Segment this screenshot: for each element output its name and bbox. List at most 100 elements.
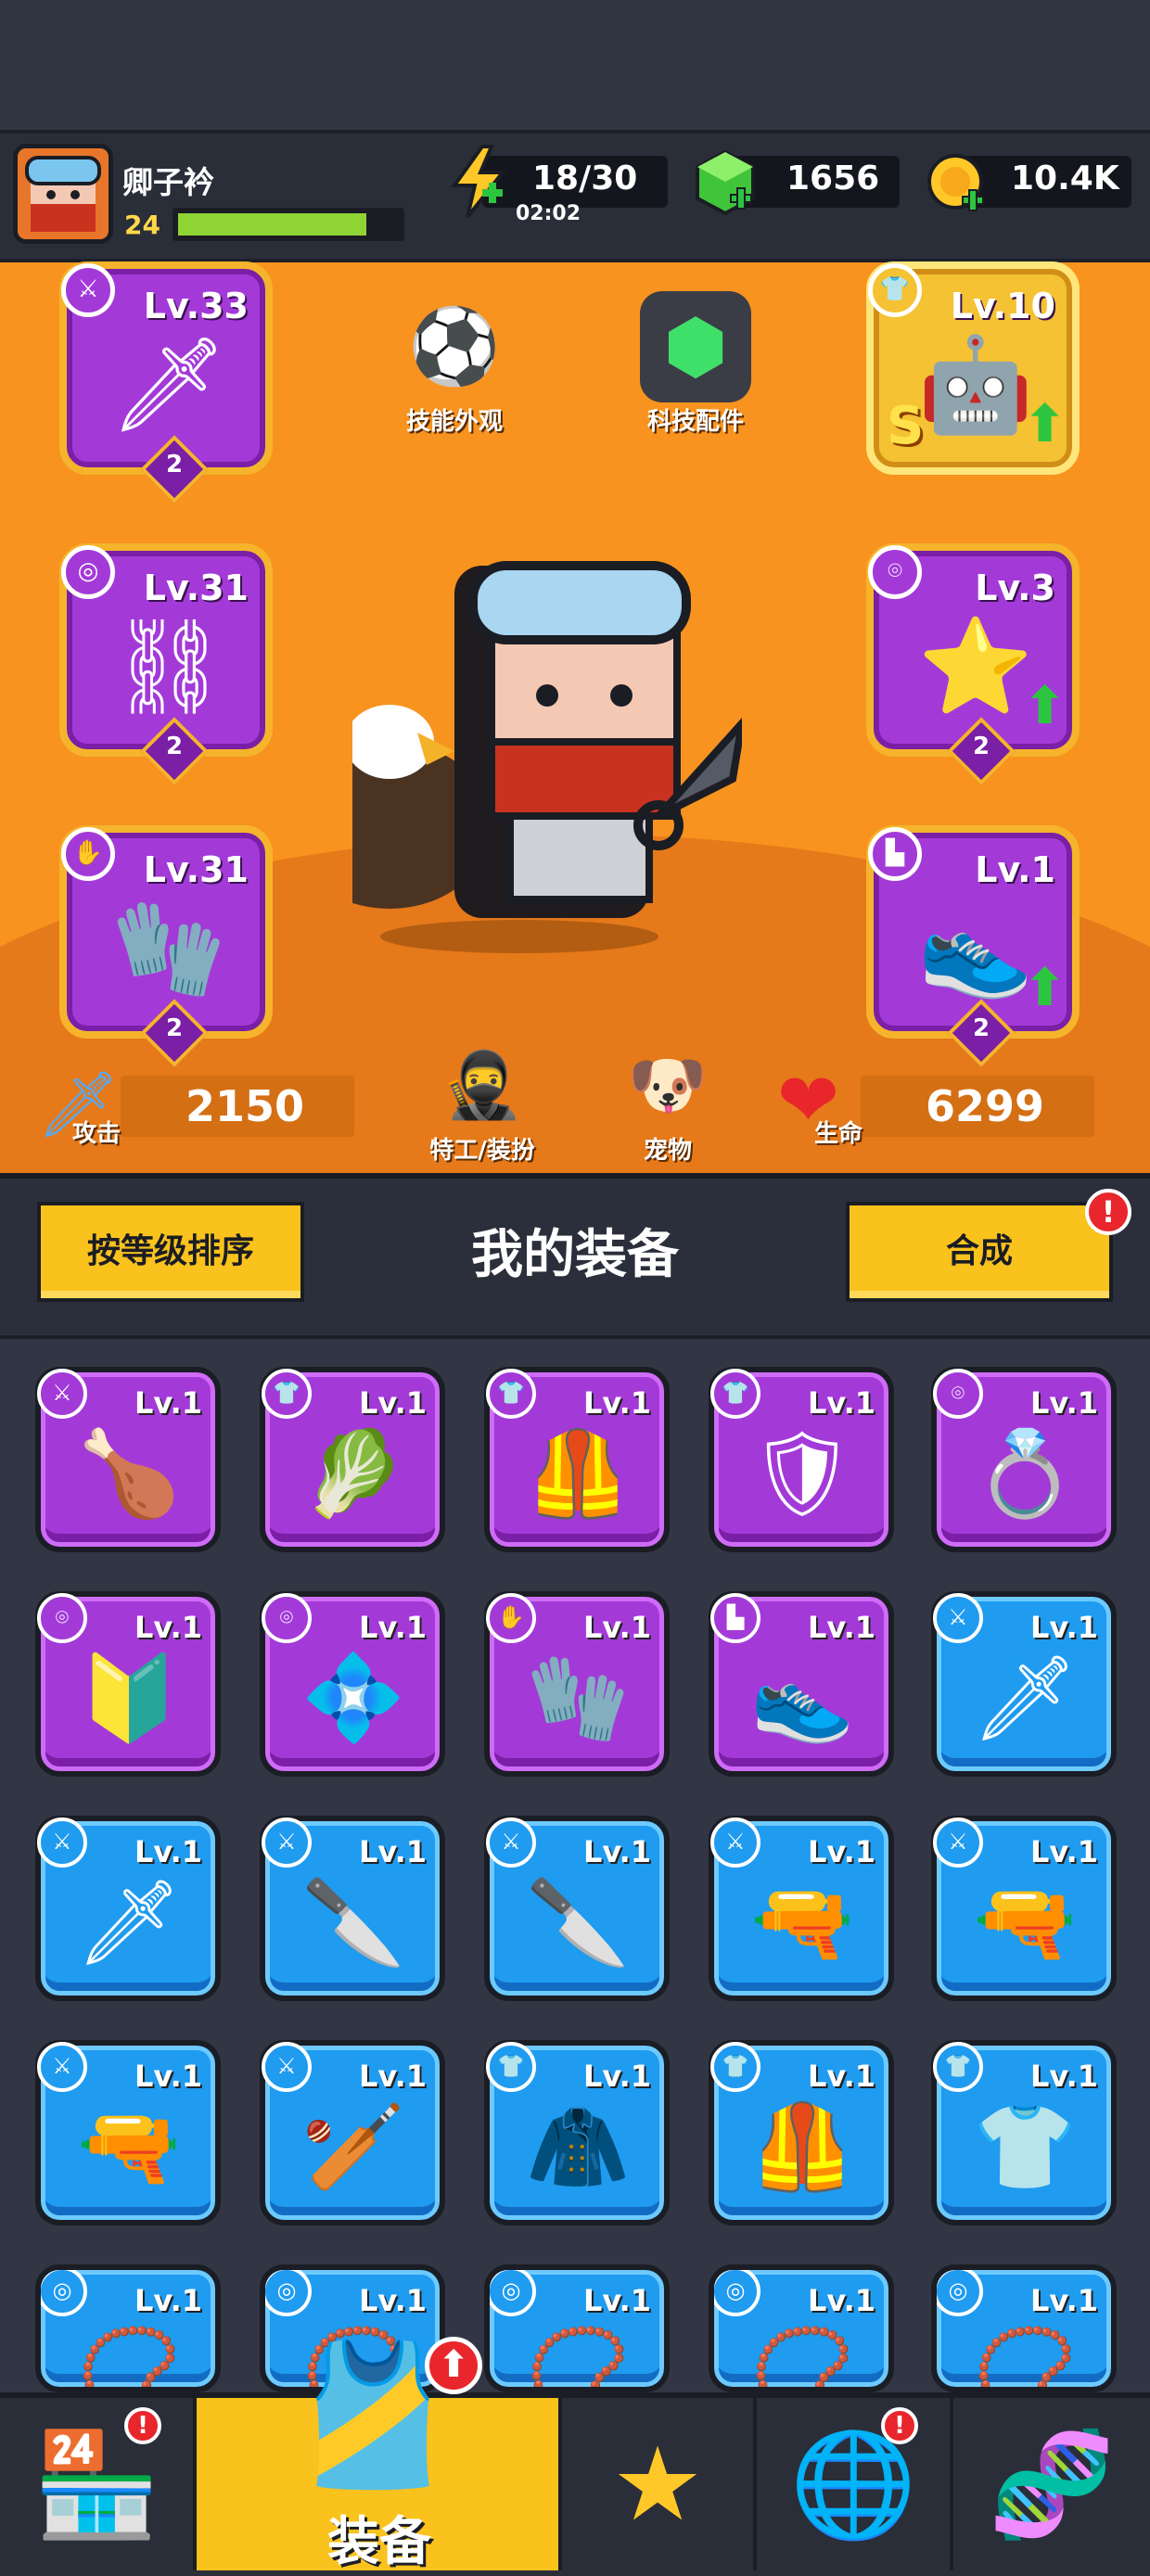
equipment-item[interactable]: ⚔ Lv.1 🔫 [709, 1816, 894, 2001]
equipped-armor-slot[interactable]: 👕 Lv.10 🤖 S ⬆ [866, 261, 1080, 475]
equipment-item[interactable]: ⚔ Lv.1 🔪 [260, 1816, 445, 2001]
attack-value: 2150 [185, 1081, 305, 1131]
item-art-icon: 🔪 [525, 1874, 631, 1971]
nav-shop[interactable]: 🏪 [0, 2398, 197, 2570]
equipment-item[interactable]: ◎ Lv.1 📿 [709, 2264, 894, 2392]
item-art-icon: 👟 [749, 1650, 855, 1747]
grade-number: 2 [972, 733, 990, 760]
item-art-icon: 🔫 [972, 1874, 1078, 1971]
health-label: 生命 [814, 1120, 863, 1148]
soccer-ball-hat-icon: ⚽ [408, 303, 501, 389]
energy-value: 18/30 [532, 159, 638, 198]
item-art-icon: 🗡 [75, 1874, 183, 1971]
necklace-icon: ◎ [61, 545, 115, 599]
tech-parts-button[interactable]: ⬢ 科技配件 [621, 291, 770, 437]
pet-button[interactable]: 🐶 宠物 [603, 1039, 733, 1166]
agent-outfit-button[interactable]: 🥷 特工/装扮 [399, 1039, 566, 1166]
glove-icon: ✋ [61, 827, 115, 881]
equipment-item[interactable]: ⌾ Lv.1 🔰 [35, 1591, 221, 1777]
shiba-dog-icon: 🐶 [627, 1047, 709, 1123]
item-art-icon: 📿 [749, 2323, 855, 2392]
item-art-icon: 🦺 [525, 1425, 631, 1523]
player-avatar[interactable] [13, 144, 113, 244]
item-art-icon: 🦺 [749, 2098, 855, 2196]
equipment-item[interactable]: 👕 Lv.1 🦺 [709, 2040, 894, 2225]
equipped-gloves-slot[interactable]: ✋ Lv.31 🧤 2 [59, 825, 273, 1067]
sort-by-level-button[interactable]: 按等级排序 [37, 1202, 304, 1302]
system-status-bar [0, 0, 1150, 130]
stars-planet-icon: 🌐 [789, 2425, 917, 2544]
dna-battery-icon: 🧬 [988, 2425, 1116, 2544]
equipped-weapon-slot[interactable]: ⚔ Lv.33 🗡 2 [59, 261, 273, 504]
energy-bolt-icon [447, 145, 512, 219]
equipped-boots-slot[interactable]: ▙ Lv.1 👟 ⬆ 2 [866, 825, 1080, 1067]
equipment-item[interactable]: ⚔ Lv.1 🏏 [260, 2040, 445, 2225]
equipped-belt-slot[interactable]: ⌾ Lv.3 ⭐ ⬆ 2 [866, 543, 1080, 785]
events-alert-badge: ! [881, 2407, 918, 2444]
grade-number: 2 [165, 733, 184, 760]
energy-timer: 02:02 [516, 202, 581, 225]
item-art-icon: 🧤 [525, 1650, 631, 1747]
agent-head-icon: 🥷 [441, 1047, 523, 1123]
equipment-item[interactable]: ⚔ Lv.1 🗡 [35, 1816, 221, 2001]
equipment-item[interactable]: 👕 Lv.1 👕 [931, 2040, 1117, 2225]
attack-label: 攻击 [72, 1120, 121, 1148]
equipment-item[interactable]: 👕 Lv.1 🛡 [709, 1367, 894, 1552]
equipment-item[interactable]: 👕 Lv.1 🥬 [260, 1367, 445, 1552]
upgrade-arrow-icon: ⬆ [1023, 394, 1067, 454]
item-art-icon: 🏏 [300, 2098, 406, 2196]
equipment-item[interactable]: ⚔ Lv.1 🗡 [931, 1591, 1117, 1777]
upgrade-arrow-icon: ⬆ [1023, 676, 1067, 736]
nav-events[interactable]: 🌐 [757, 2398, 953, 2570]
equipment-item[interactable]: ◎ Lv.1 📿 [35, 2264, 221, 2392]
agent-character[interactable] [288, 547, 748, 955]
item-art-icon: 🔫 [749, 1874, 855, 1971]
grade-number: 2 [165, 451, 184, 478]
boot-icon: ▙ [868, 827, 922, 881]
player-name: 卿子衿 [122, 164, 214, 200]
item-art-icon: 💍 [972, 1425, 1078, 1523]
battle-star-icon: ★ [611, 2425, 704, 2544]
skill-skin-button[interactable]: ⚽ 技能外观 [380, 291, 529, 437]
grade-number: 2 [165, 1014, 184, 1042]
coin-value: 10.4K [1011, 159, 1119, 198]
rank-letter: S [887, 396, 925, 456]
pet-label: 宠物 [643, 1137, 692, 1165]
equipment-item[interactable]: ⚔ Lv.1 🔫 [931, 1816, 1117, 2001]
xp-bar-fill [178, 213, 366, 236]
armor-icon: 👕 [868, 263, 922, 317]
belt-icon: ⌾ [868, 545, 922, 599]
equipment-item[interactable]: ✋ Lv.1 🧤 [484, 1591, 670, 1777]
equipment-item[interactable]: 👕 Lv.1 🦺 [484, 1367, 670, 1552]
equipment-item[interactable]: 👕 Lv.1 🧥 [484, 2040, 670, 2225]
equipment-title: 我的装备 [471, 1225, 679, 1285]
slot-level: Lv.1 [975, 849, 1055, 890]
equipment-item[interactable]: ⚔ Lv.1 🔫 [35, 2040, 221, 2225]
equipment-item[interactable]: ▙ Lv.1 👟 [709, 1591, 894, 1777]
star-belt-icon: ⭐ [917, 612, 1034, 721]
equipment-item[interactable]: ⚔ Lv.1 🔪 [484, 1816, 670, 2001]
grade-number: 2 [972, 1014, 990, 1042]
green-gem-icon [694, 148, 759, 219]
shop-alert-badge: ! [124, 2407, 161, 2444]
equipment-item[interactable]: ◎ Lv.1 📿 [931, 2264, 1117, 2392]
item-art-icon: 🗡 [971, 1650, 1079, 1747]
upgrade-available-icon: ⬆ [425, 2337, 482, 2394]
nav-equipment[interactable]: 🎽 装备 ⬆ [197, 2336, 562, 2572]
hexagon-chip-icon: ⬢ [640, 291, 751, 402]
nav-lab[interactable]: 🧬 [953, 2398, 1150, 2570]
sneaker-icon: 👟 [917, 894, 1034, 1002]
equipment-item[interactable]: ⌾ Lv.1 💠 [260, 1591, 445, 1777]
gem-value: 1656 [786, 159, 880, 198]
item-art-icon: 🔰 [76, 1650, 182, 1747]
equipped-necklace-slot[interactable]: ◎ Lv.31 ⛓ 2 [59, 543, 273, 785]
equipment-item[interactable]: ◎ Lv.1 📿 [484, 2264, 670, 2392]
equipment-item[interactable]: ⚔ Lv.1 🍗 [35, 1367, 221, 1552]
merge-button[interactable]: 合成 [846, 1202, 1113, 1302]
nav-equipment-label: 装备 [327, 2512, 431, 2572]
kunai-icon: 🗡 [109, 330, 228, 439]
equipment-item[interactable]: ⌾ Lv.1 💍 [931, 1367, 1117, 1552]
item-art-icon: 📿 [76, 2323, 182, 2392]
merge-alert-badge: ! [1085, 1189, 1131, 1235]
nav-battle[interactable]: ★ [562, 2398, 757, 2570]
